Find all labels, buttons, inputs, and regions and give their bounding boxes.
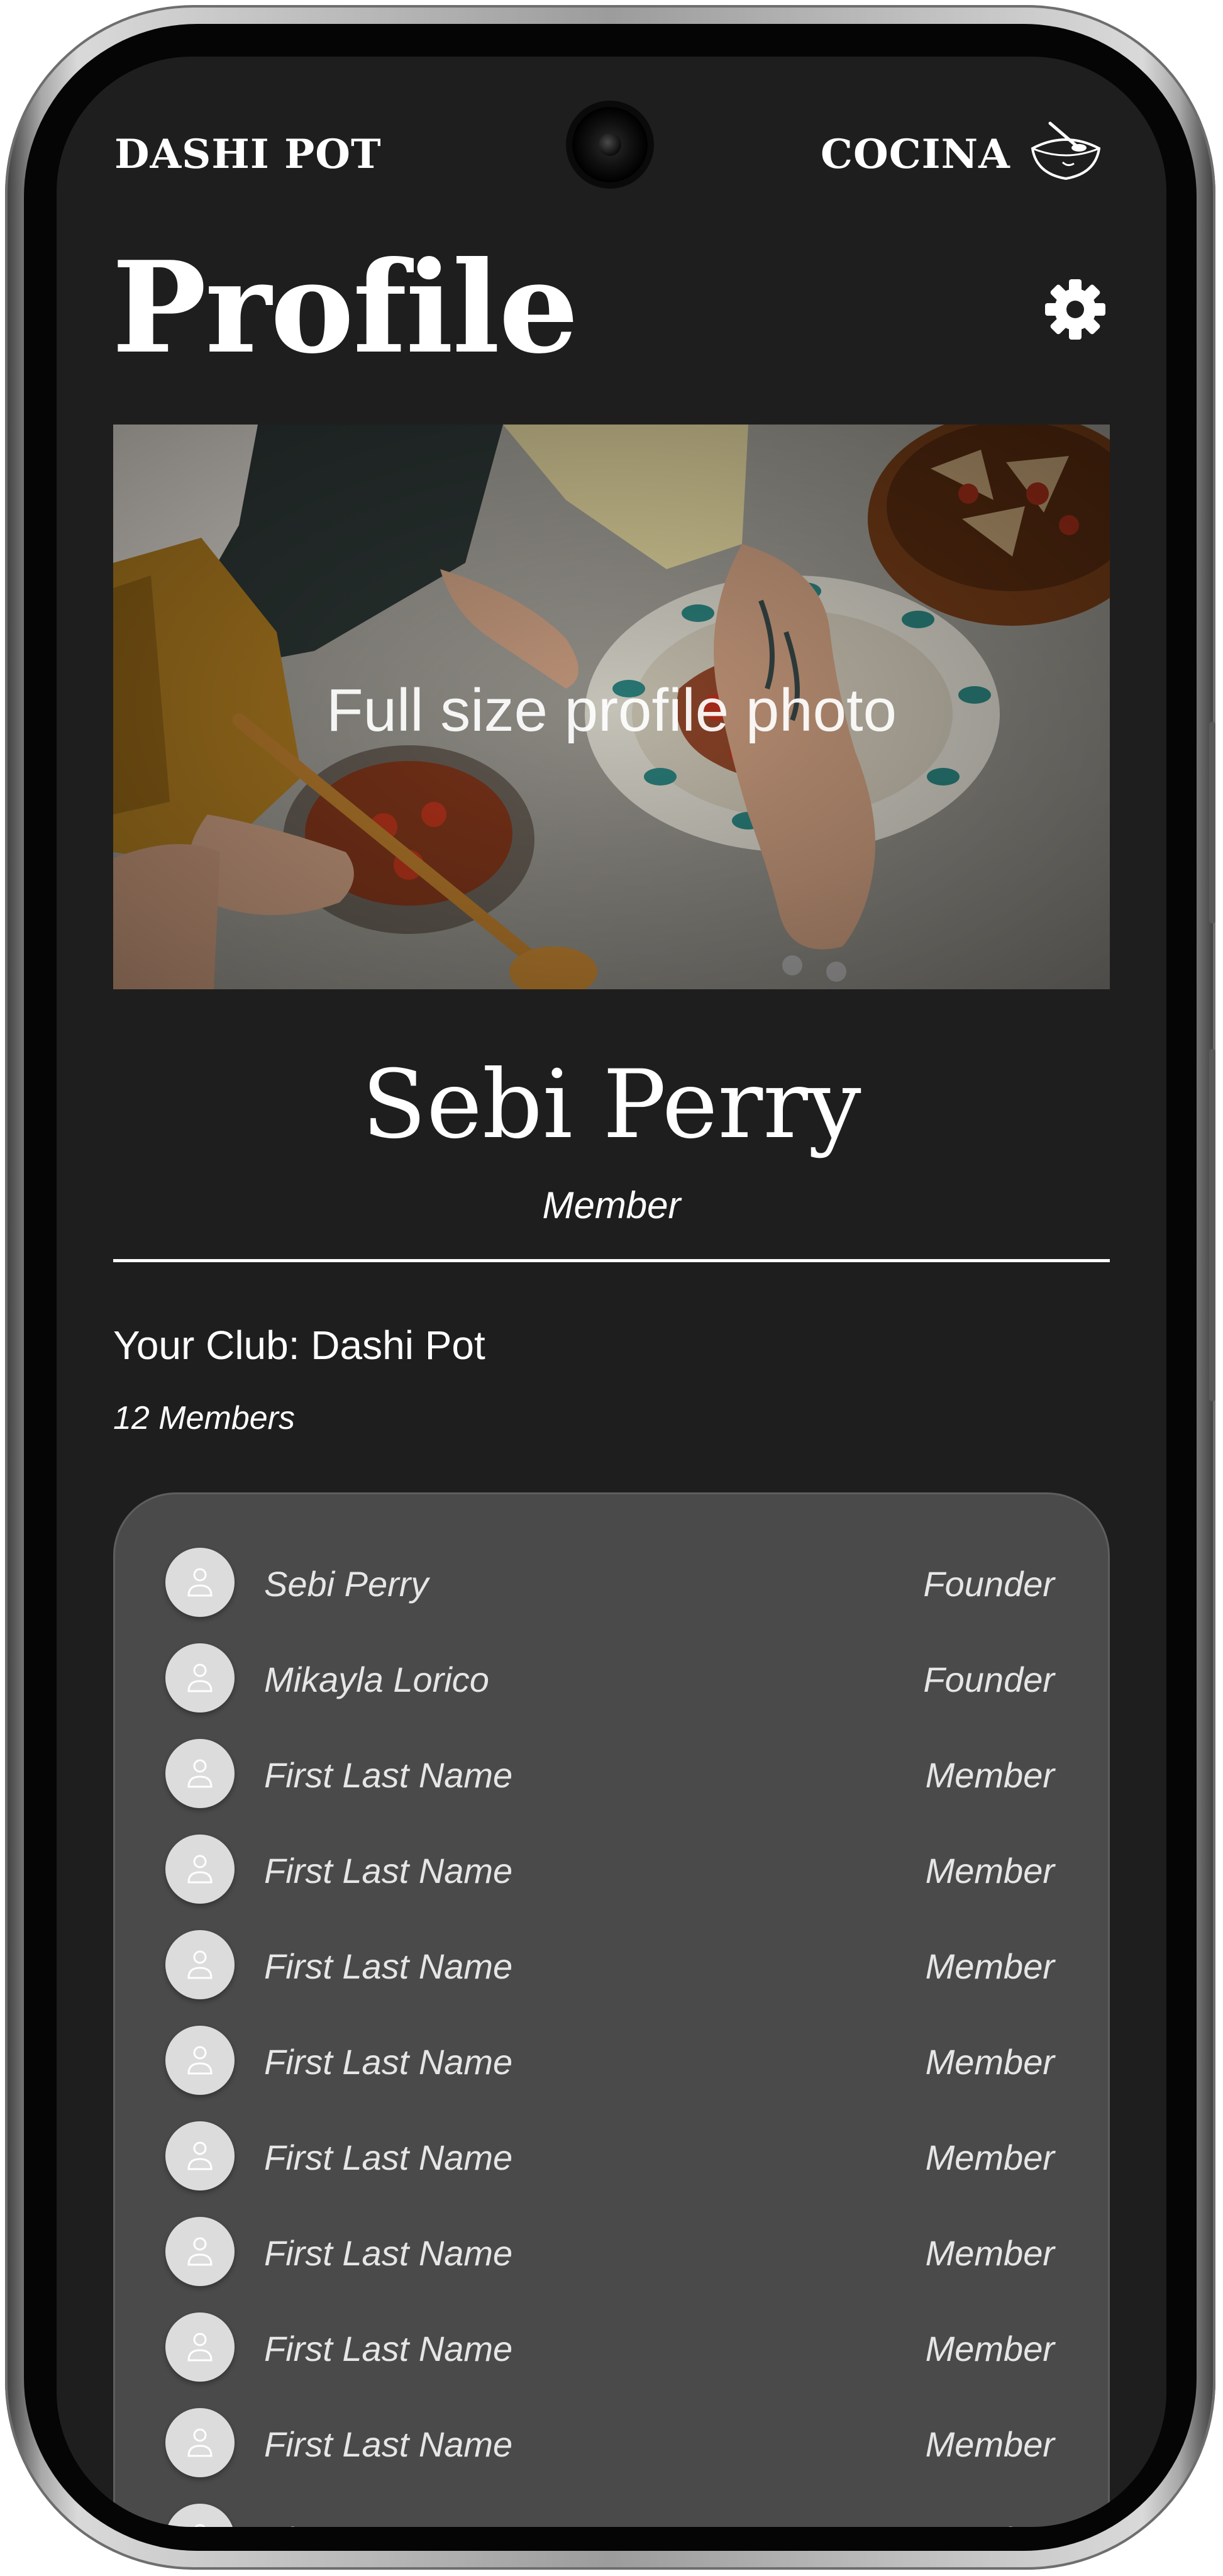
profile-name: Sebi Perry (362, 1050, 861, 1160)
volume-button (1209, 722, 1215, 923)
avatar (165, 1835, 235, 1904)
member-name: First Last Name (264, 2042, 513, 2082)
member-role: Member (926, 2519, 1054, 2527)
list-item[interactable]: First Last Name Member (115, 2016, 1108, 2104)
member-name: First Last Name (264, 2519, 512, 2527)
user-icon (187, 1950, 213, 1979)
member-role: Member (925, 1755, 1054, 1795)
user-icon (187, 1663, 213, 1692)
member-list[interactable]: Sebi Perry Founder Mikayla Lorico Founde… (113, 1492, 1110, 2527)
power-button (1209, 1049, 1215, 1401)
app-brand[interactable]: COCINA (821, 131, 1010, 178)
member-role: Founder (923, 1660, 1054, 1699)
club-brand[interactable]: DASHI POT (114, 131, 382, 178)
member-name: Sebi Perry (264, 1564, 429, 1604)
member-name: First Last Name (264, 1946, 513, 1986)
member-name: First Last Name (264, 2233, 513, 2273)
list-item[interactable]: First Last Name Member (115, 2494, 1108, 2527)
divider (113, 1259, 1110, 1262)
member-role: Member (925, 1946, 1054, 1986)
user-icon (194, 2524, 206, 2527)
user-icon (187, 1759, 213, 1788)
photo-placeholder-label: Full size profile photo (326, 677, 897, 744)
list-item[interactable]: Mikayla Lorico Founder (115, 1634, 1108, 1722)
avatar (165, 2217, 235, 2286)
avatar (165, 2504, 235, 2527)
list-item[interactable]: First Last Name Member (115, 2399, 1108, 2487)
gear-icon[interactable] (1044, 278, 1107, 341)
list-item[interactable]: First Last Name Member (115, 2303, 1108, 2391)
list-item[interactable]: First Last Name Member (115, 2207, 1108, 2296)
member-role: Member (925, 2329, 1054, 2368)
member-name: First Last Name (264, 1755, 513, 1795)
avatar (165, 2026, 235, 2095)
user-icon (187, 1855, 213, 1884)
avatar (165, 2121, 235, 2190)
bowl-icon[interactable] (1025, 118, 1107, 187)
user-icon (187, 2046, 213, 2075)
page-title: Profile (112, 234, 578, 382)
list-item[interactable]: First Last Name Member (115, 1825, 1108, 1913)
member-role: Member (925, 2042, 1054, 2082)
member-name: First Last Name (264, 2329, 513, 2368)
user-icon (187, 1568, 213, 1597)
member-name: First Last Name (264, 1851, 513, 1890)
list-item[interactable]: Sebi Perry Founder (115, 1538, 1108, 1626)
avatar (165, 2408, 235, 2477)
phone-frame: DASHI POT COCINA Profile Full size profi… (5, 5, 1215, 2570)
club-member-count: 12 Members (113, 1400, 295, 1436)
user-icon (187, 2333, 213, 2362)
user-icon (187, 2141, 213, 2170)
member-name: First Last Name (264, 2138, 513, 2177)
avatar (165, 1548, 235, 1617)
avatar (165, 1930, 235, 1999)
avatar (165, 1739, 235, 1808)
member-role: Member (925, 2138, 1054, 2177)
list-item[interactable]: First Last Name Member (115, 2112, 1108, 2200)
app-screen: DASHI POT COCINA Profile Full size profi… (57, 57, 1166, 2527)
avatar (165, 1643, 235, 1713)
avatar (165, 2312, 235, 2382)
club-name[interactable]: Your Club: Dashi Pot (113, 1322, 485, 1368)
member-name: First Last Name (264, 2424, 513, 2464)
profile-photo[interactable]: Full size profile photo (113, 425, 1110, 989)
member-role: Member (925, 2424, 1054, 2464)
list-item[interactable]: First Last Name Member (115, 1921, 1108, 2009)
front-camera (572, 107, 648, 182)
member-role: Founder (923, 1564, 1054, 1604)
profile-role: Member (542, 1184, 681, 1226)
user-icon (187, 2237, 213, 2266)
list-item[interactable]: First Last Name Member (115, 1729, 1108, 1818)
user-icon (187, 2428, 213, 2457)
member-name: Mikayla Lorico (264, 1660, 489, 1699)
member-role: Member (925, 1851, 1054, 1890)
member-role: Member (925, 2233, 1054, 2273)
